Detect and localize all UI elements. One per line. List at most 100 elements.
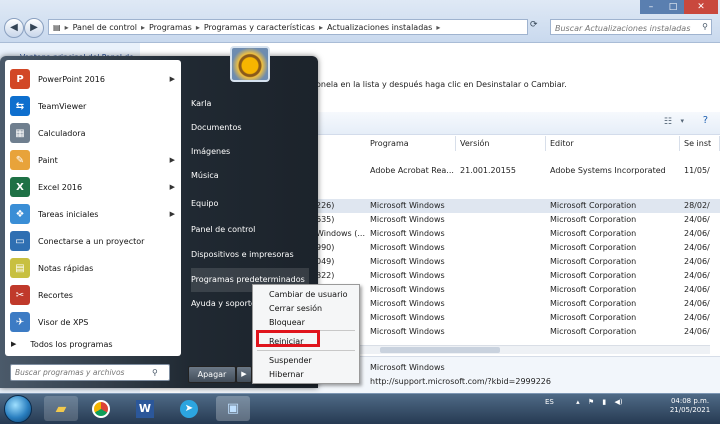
start-program-item[interactable]: ▤ Notas rápidas: [5, 255, 181, 281]
folder-icon: ▤: [53, 22, 61, 32]
view-options-icon[interactable]: ☷: [664, 117, 672, 127]
start-program-item[interactable]: ✂ Recortes: [5, 282, 181, 308]
start-right-item[interactable]: Imágenes: [191, 140, 309, 164]
explorer-icon[interactable]: ▰: [44, 396, 78, 421]
cell-program: Microsoft Windows: [370, 327, 445, 336]
start-right-item[interactable]: Karla: [191, 92, 309, 116]
cell-update-name: 226): [316, 201, 335, 210]
power-menu-item[interactable]: Hibernar: [253, 368, 359, 381]
shutdown-options-arrow[interactable]: ▶: [236, 366, 252, 383]
column-header-version[interactable]: Versión: [456, 136, 546, 151]
cell-update-name: 990): [316, 243, 335, 252]
back-button[interactable]: ◀: [4, 18, 24, 38]
start-programs-panel: P PowerPoint 2016 ▶ ⇆ TeamViewer ▦ Calculadora…: [5, 60, 181, 356]
excel-icon: X: [10, 177, 30, 197]
start-right-item[interactable]: Documentos: [191, 116, 309, 140]
instruction-text: onela en la lista y después haga clic en…: [316, 80, 567, 89]
cell-publisher: Microsoft Corporation: [550, 215, 637, 224]
breadcrumb-item[interactable]: Actualizaciones instaladas: [327, 23, 432, 32]
detail-support-link[interactable]: http://support.microsoft.com/?kbid=29992…: [370, 377, 551, 386]
minimize-button[interactable]: –: [640, 0, 662, 14]
help-icon[interactable]: ?: [703, 115, 708, 126]
start-right-item[interactable]: Música: [191, 164, 309, 188]
start-program-item[interactable]: ⇆ TeamViewer: [5, 93, 181, 119]
breadcrumb-item[interactable]: Programas: [149, 23, 192, 32]
cell-date: 24/06/: [684, 229, 710, 238]
start-program-item[interactable]: ❖ Tareas iniciales ▶: [5, 201, 181, 227]
start-orb-icon[interactable]: [4, 395, 32, 423]
control-panel-icon[interactable]: ▣: [216, 396, 250, 421]
start-right-item[interactable]: Equipo: [191, 192, 309, 216]
breadcrumb-item[interactable]: Panel de control: [73, 23, 137, 32]
chevron-down-icon[interactable]: ▾: [680, 117, 684, 125]
cell-date: 24/06/: [684, 299, 710, 308]
power-menu-item[interactable]: Cambiar de usuario: [253, 288, 359, 301]
cell-program: Microsoft Windows: [370, 271, 445, 280]
search-input[interactable]: [551, 20, 697, 36]
clock[interactable]: 04:08 p.m. 21/05/2021: [664, 397, 716, 415]
start-program-label: Paint: [38, 155, 58, 165]
maximize-button[interactable]: □: [662, 0, 684, 14]
column-header-program[interactable]: Programa: [366, 136, 456, 151]
shutdown-button[interactable]: Apagar: [188, 366, 236, 383]
user-avatar[interactable]: [230, 46, 270, 82]
xps-viewer-icon: ✈: [10, 312, 30, 332]
start-program-label: Calculadora: [38, 128, 86, 138]
search-field[interactable]: ⚲: [550, 19, 712, 36]
start-program-item[interactable]: ▦ Calculadora: [5, 120, 181, 146]
start-program-label: Tareas iniciales: [38, 209, 99, 219]
cell-update-name: 822): [316, 271, 335, 280]
start-program-item[interactable]: P PowerPoint 2016 ▶: [5, 66, 181, 92]
refresh-icon[interactable]: ⟳: [530, 20, 538, 30]
cell-date: 24/06/: [684, 215, 710, 224]
cell-update-name: 635): [316, 215, 335, 224]
telegram-icon[interactable]: ➤: [172, 396, 206, 421]
all-programs-button[interactable]: ▶ Todos los programas: [5, 334, 181, 354]
word-icon[interactable]: W: [128, 396, 162, 421]
cell-publisher: Microsoft Corporation: [550, 271, 637, 280]
column-header-installed[interactable]: Se inst: [680, 136, 720, 151]
forward-button[interactable]: ▶: [24, 18, 44, 38]
start-program-label: Conectarse a un proyector: [38, 236, 145, 246]
start-program-item[interactable]: ✎ Paint ▶: [5, 147, 181, 173]
start-program-item[interactable]: X Excel 2016 ▶: [5, 174, 181, 200]
cell-date: 24/06/: [684, 285, 710, 294]
cell-publisher: Microsoft Corporation: [550, 229, 637, 238]
cell-date: 24/06/: [684, 271, 710, 280]
power-menu-item[interactable]: Cerrar sesión: [253, 302, 359, 315]
search-icon[interactable]: ⚲: [702, 22, 708, 31]
close-button[interactable]: ✕: [684, 0, 718, 14]
scroll-thumb[interactable]: [380, 347, 500, 353]
breadcrumb-item[interactable]: Programas y características: [204, 23, 315, 32]
power-menu-item[interactable]: Suspender: [253, 354, 359, 367]
language-indicator[interactable]: ES: [545, 398, 554, 406]
start-right-item[interactable]: Dispositivos e impresoras: [191, 243, 309, 267]
cell-date: 24/06/: [684, 243, 710, 252]
start-program-item[interactable]: ✈ Visor de XPS: [5, 309, 181, 335]
cell-program: Microsoft Windows: [370, 285, 445, 294]
start-right-item[interactable]: Panel de control: [191, 218, 309, 242]
search-icon[interactable]: ⚲: [152, 368, 158, 377]
cell-program: Microsoft Windows: [370, 299, 445, 308]
powerpoint-icon: P: [10, 69, 30, 89]
chrome-icon[interactable]: [84, 396, 118, 421]
flag-icon[interactable]: ⚑: [588, 398, 594, 406]
start-program-label: Excel 2016: [38, 182, 83, 192]
tray-chevron-icon[interactable]: ▴: [576, 398, 580, 406]
cell-program: Microsoft Windows: [370, 243, 445, 252]
network-icon[interactable]: ▮: [602, 398, 606, 406]
cell-program: Microsoft Windows: [370, 229, 445, 238]
horizontal-scrollbar[interactable]: [340, 345, 710, 354]
detail-program: Microsoft Windows: [370, 363, 445, 372]
start-search-input[interactable]: [11, 365, 152, 380]
volume-icon[interactable]: ◀): [614, 398, 622, 406]
start-program-label: Notas rápidas: [38, 263, 94, 273]
cell-publisher: Microsoft Corporation: [550, 257, 637, 266]
start-search-field[interactable]: ⚲: [10, 364, 170, 381]
start-program-item[interactable]: ▭ Conectarse a un proyector: [5, 228, 181, 254]
power-menu-item[interactable]: Bloquear: [253, 316, 359, 329]
cell-date: 24/06/: [684, 327, 710, 336]
column-header-publisher[interactable]: Editor: [546, 136, 680, 151]
clock-date: 21/05/2021: [669, 406, 711, 414]
clock-time: 04:08 p.m.: [670, 397, 710, 405]
